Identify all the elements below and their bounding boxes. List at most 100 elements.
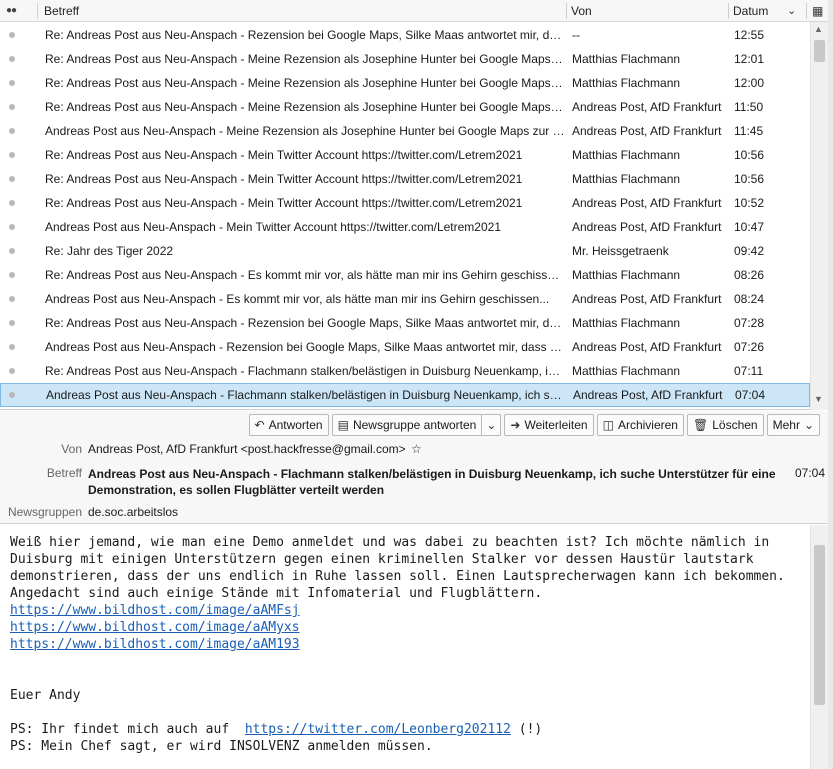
row-from: Andreas Post, AfD Frankfurt [572,196,722,210]
message-time: 07:04 [795,466,826,480]
read-status-icon[interactable] [9,104,15,110]
read-status-icon[interactable] [9,368,15,374]
subject-value: Andreas Post aus Neu-Anspach - Flachmann… [88,467,776,497]
row-date: 12:01 [734,52,765,66]
read-status-icon[interactable] [9,56,15,62]
row-subject: Re: Andreas Post aus Neu-Anspach - Rezen… [45,316,565,330]
message-toolbar: ↶ Antworten ▤ Newsgruppe antworten ⌄ ➜ W… [248,414,820,436]
column-from[interactable]: Von [571,0,592,22]
column-subject[interactable]: Betreff [44,0,79,22]
row-from: Andreas Post, AfD Frankfurt [573,388,723,402]
row-from: Matthias Flachmann [572,316,681,330]
body-scrollbar[interactable] [810,525,828,769]
row-subject: Re: Andreas Post aus Neu-Anspach - Meine… [45,100,565,114]
list-scrollbar[interactable]: ▲ ▼ [810,22,828,410]
row-date: 08:24 [734,292,765,306]
read-status-icon[interactable] [9,80,15,86]
message-row[interactable]: Andreas Post aus Neu-Anspach - Mein Twit… [0,215,810,239]
column-date[interactable]: Datum [733,0,768,22]
read-status-icon[interactable] [9,32,15,38]
row-subject: Re: Andreas Post aus Neu-Anspach - Es ko… [45,268,565,282]
star-icon[interactable]: ☆ [411,442,422,456]
message-row[interactable]: Andreas Post aus Neu-Anspach - Es kommt … [0,287,810,311]
read-status-icon[interactable] [9,392,15,398]
read-status-icon[interactable] [9,272,15,278]
read-status-icon[interactable] [9,176,15,182]
scroll-up-icon[interactable]: ▲ [814,24,823,34]
message-row[interactable]: Re: Andreas Post aus Neu-Anspach - Mein … [0,143,810,167]
reply-icon: ↶ [254,418,265,432]
chevron-down-icon: ⌄ [486,418,497,432]
message-row[interactable]: Re: Andreas Post aus Neu-Anspach - Es ko… [0,263,810,287]
message-row[interactable]: Andreas Post aus Neu-Anspach - Rezension… [0,335,810,359]
read-status-icon[interactable] [9,344,15,350]
body-link[interactable]: https://www.bildhost.com/image/aAMFsj [10,603,300,618]
message-row[interactable]: Re: Andreas Post aus Neu-Anspach - Mein … [0,191,810,215]
sender-address[interactable]: Andreas Post, AfD Frankfurt <post.hackfr… [88,442,406,456]
ps-suffix: (!) [510,722,543,737]
read-status-icon[interactable] [9,152,15,158]
read-status-icon[interactable] [9,200,15,206]
message-row[interactable]: Andreas Post aus Neu-Anspach - Meine Rez… [0,119,810,143]
row-date: 07:26 [734,340,765,354]
message-row[interactable]: Re: Andreas Post aus Neu-Anspach - Meine… [0,47,810,71]
row-subject: Andreas Post aus Neu-Anspach - Rezension… [45,340,565,354]
row-from: Andreas Post, AfD Frankfurt [572,100,722,114]
archive-button[interactable]: ◫ Archivieren [596,414,684,436]
row-subject: Re: Andreas Post aus Neu-Anspach - Mein … [45,148,523,162]
body-link[interactable]: https://www.bildhost.com/image/aAMyxs [10,620,300,635]
scroll-down-icon[interactable]: ▼ [814,394,823,404]
delete-button[interactable]: 🗑 Löschen [686,414,764,436]
row-date: 07:11 [734,364,764,378]
message-rows: Re: Andreas Post aus Neu-Anspach - Rezen… [0,23,810,407]
reply-newsgroup-button[interactable]: ▤ Newsgruppe antworten [331,414,483,436]
row-subject: Andreas Post aus Neu-Anspach - Es kommt … [45,292,550,306]
row-from: Andreas Post, AfD Frankfurt [572,292,722,306]
row-subject: Re: Andreas Post aus Neu-Anspach - Flach… [45,364,565,378]
message-row[interactable]: Re: Andreas Post aus Neu-Anspach - Meine… [0,71,810,95]
column-separator [728,3,729,19]
message-row[interactable]: Re: Andreas Post aus Neu-Anspach - Meine… [0,95,810,119]
column-separator [806,3,807,19]
body-link[interactable]: https://www.bildhost.com/image/aAM193 [10,637,300,652]
row-date: 10:56 [734,148,765,162]
row-subject: Re: Andreas Post aus Neu-Anspach - Mein … [45,172,523,186]
read-status-icon[interactable] [9,224,15,230]
reply-button[interactable]: ↶ Antworten [248,414,329,436]
column-separator [566,3,567,19]
row-from: Matthias Flachmann [572,172,681,186]
read-status-icon[interactable] [9,296,15,302]
forward-button[interactable]: ➜ Weiterleiten [504,414,594,436]
row-subject: Andreas Post aus Neu-Anspach - Mein Twit… [45,220,501,234]
scroll-thumb[interactable] [814,40,825,62]
read-status-icon[interactable] [9,248,15,254]
body-line: Weiß hier jemand, wie man eine Demo anme… [10,535,770,550]
row-from: Matthias Flachmann [572,148,681,162]
more-button[interactable]: Mehr ⌄ [766,414,820,436]
row-date: 10:52 [734,196,765,210]
twitter-link[interactable]: https://twitter.com/Leonberg202112 [245,722,511,737]
sort-descending-icon[interactable]: ⌄ [787,0,796,22]
message-row[interactable]: Re: Jahr des Tiger 2022 Mr. Heissgetraenk… [0,239,810,263]
message-row[interactable]: Re: Andreas Post aus Neu-Anspach - Rezen… [0,311,810,335]
message-row[interactable]: Andreas Post aus Neu-Anspach - Flachmann… [0,383,810,407]
read-status-icon[interactable] [9,128,15,134]
message-row[interactable]: Re: Andreas Post aus Neu-Anspach - Rezen… [0,23,810,47]
newsgroup-icon: ▤ [337,418,349,432]
column-separator [37,3,38,19]
message-row[interactable]: Re: Andreas Post aus Neu-Anspach - Mein … [0,167,810,191]
thread-column-icon[interactable]: ●● [6,0,17,22]
newsgroups-value[interactable]: de.soc.arbeitslos [88,505,178,519]
message-row[interactable]: Re: Andreas Post aus Neu-Anspach - Flach… [0,359,810,383]
row-date: 12:55 [734,28,765,42]
list-column-header: ●● Betreff Von Datum ⌄ ▦ [0,0,833,22]
column-picker-icon[interactable]: ▦ [812,0,823,22]
read-status-icon[interactable] [9,320,15,326]
chevron-down-icon: ⌄ [803,418,814,432]
reply-newsgroup-split: ▤ Newsgruppe antworten ⌄ [331,414,502,436]
scroll-thumb[interactable] [814,545,825,705]
row-from: Matthias Flachmann [572,76,681,90]
row-date: 08:26 [734,268,765,282]
reply-dropdown-button[interactable]: ⌄ [482,414,502,436]
row-date: 12:00 [734,76,765,90]
